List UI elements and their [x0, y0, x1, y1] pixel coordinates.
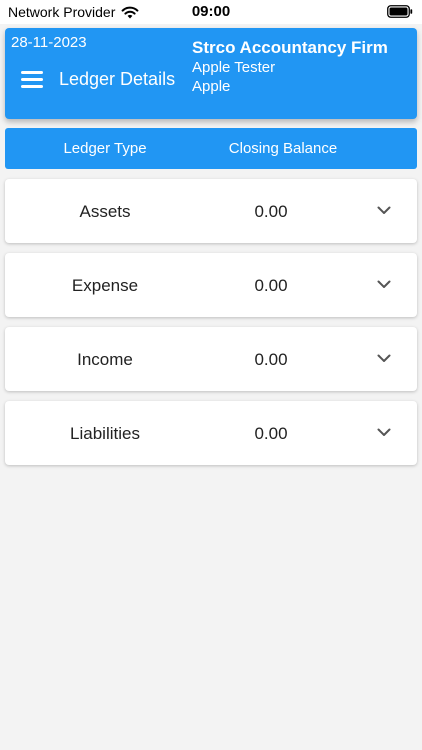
ledger-balance-value: 0.00	[254, 350, 288, 369]
ledger-row-liabilities[interactable]: Liabilities 0.00	[5, 401, 417, 465]
firm-info: Strco Accountancy Firm Apple Tester Appl…	[192, 37, 388, 96]
ledger-balance-value: 0.00	[254, 202, 288, 221]
chevron-down-icon[interactable]	[377, 428, 391, 437]
page-title: Ledger Details	[59, 69, 176, 89]
firm-name: Strco Accountancy Firm	[192, 38, 388, 57]
column-ledger-type: Ledger Type	[63, 140, 147, 157]
column-header-bar: Ledger Type Closing Balance	[5, 128, 417, 169]
app-header: 28-11-2023 Ledger Details Strco Accounta…	[5, 28, 417, 119]
chevron-down-icon[interactable]	[377, 206, 391, 215]
ledger-details-screen: Network Provider 09:00 28-11-2023 Ledger…	[0, 0, 422, 750]
hamburger-menu-icon[interactable]	[21, 71, 43, 88]
user-name: Apple Tester	[192, 59, 276, 76]
battery-icon	[387, 5, 413, 18]
column-closing-balance: Closing Balance	[228, 140, 338, 157]
status-time: 09:00	[191, 3, 231, 20]
chevron-down-icon[interactable]	[377, 280, 391, 289]
company-name: Apple	[192, 78, 231, 95]
ledger-list: Assets 0.00 Expense 0.00 Income 0.00 Lia…	[5, 179, 417, 475]
status-bar: Network Provider 09:00	[0, 0, 422, 24]
ledger-balance-value: 0.00	[254, 424, 288, 443]
ledger-row-income[interactable]: Income 0.00	[5, 327, 417, 391]
ledger-row-expense[interactable]: Expense 0.00	[5, 253, 417, 317]
ledger-row-assets[interactable]: Assets 0.00	[5, 179, 417, 243]
ledger-balance-value: 0.00	[254, 276, 288, 295]
chevron-down-icon[interactable]	[377, 354, 391, 363]
header-date: 28-11-2023	[11, 34, 87, 51]
